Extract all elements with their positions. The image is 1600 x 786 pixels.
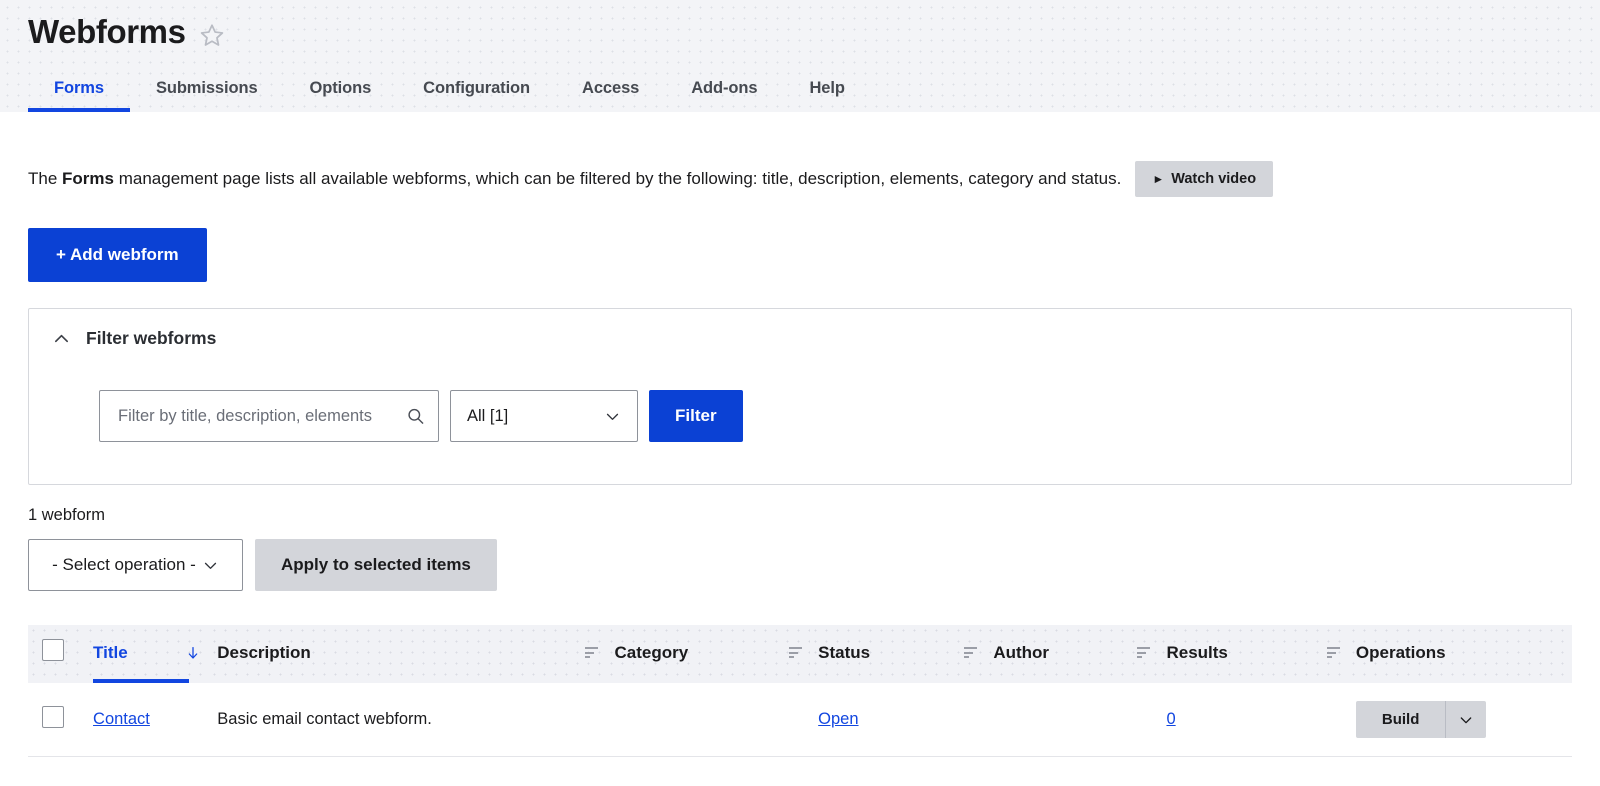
table-body: Contact Basic email contact webform. Ope… xyxy=(28,683,1572,757)
tab-label: Help xyxy=(809,79,844,97)
filter-panel-header[interactable]: Filter webforms xyxy=(29,309,1571,359)
apply-to-selected-items-button[interactable]: Apply to selected items xyxy=(255,539,497,591)
tab-label: Options xyxy=(310,79,372,97)
select-operation-value: - Select operation - xyxy=(52,555,196,575)
intro-strong: Forms xyxy=(62,169,114,188)
search-input[interactable] xyxy=(99,390,439,442)
primary-tabs: Forms Submissions Options Configuration … xyxy=(0,58,1600,112)
webforms-table: Title Description xyxy=(28,625,1572,757)
watch-video-button[interactable]: ► Watch video xyxy=(1135,161,1273,197)
column-title[interactable]: Title xyxy=(85,625,209,683)
column-author-label: Author xyxy=(993,643,1049,663)
star-icon[interactable] xyxy=(199,16,225,42)
column-status[interactable]: Status xyxy=(810,625,985,683)
add-webform-button[interactable]: + Add webform xyxy=(28,228,207,282)
title-row: Webforms xyxy=(0,0,1600,58)
select-all-checkbox[interactable] xyxy=(42,639,64,661)
column-description-label: Description xyxy=(217,643,311,663)
column-category[interactable]: Category xyxy=(606,625,810,683)
build-split-button: Build xyxy=(1356,701,1487,738)
select-operation-dropdown[interactable]: - Select operation - xyxy=(28,539,243,591)
main-content: The Forms management page lists all avai… xyxy=(0,112,1600,757)
filter-panel-body: All [1] Filter xyxy=(29,359,1571,484)
table-header-row: Title Description xyxy=(28,625,1572,683)
sort-icon[interactable] xyxy=(789,647,802,658)
play-icon: ► xyxy=(1152,173,1164,185)
column-category-label: Category xyxy=(614,643,688,663)
tab-label: Submissions xyxy=(156,79,258,97)
tab-submissions[interactable]: Submissions xyxy=(130,79,284,112)
column-title-label: Title xyxy=(93,643,128,663)
chevron-down-icon xyxy=(604,408,621,425)
status-filter-wrapper: All [1] xyxy=(450,390,638,442)
intro-suffix: management page lists all available webf… xyxy=(114,169,1121,188)
chevron-up-icon[interactable] xyxy=(53,330,70,347)
sort-icon[interactable] xyxy=(585,647,598,658)
bulk-operations-row: - Select operation - Apply to selected i… xyxy=(28,539,1572,591)
filter-panel-title: Filter webforms xyxy=(86,328,216,349)
build-button[interactable]: Build xyxy=(1356,701,1447,738)
intro-row: The Forms management page lists all avai… xyxy=(28,112,1572,197)
filter-webforms-panel: Filter webforms All [1] xyxy=(28,308,1572,485)
webforms-table-wrapper: Title Description xyxy=(28,625,1572,757)
tab-access[interactable]: Access xyxy=(556,79,665,112)
tab-label: Add-ons xyxy=(691,79,757,97)
tab-forms[interactable]: Forms xyxy=(28,79,130,112)
sort-icon[interactable] xyxy=(964,647,977,658)
webform-count-label: 1 webform xyxy=(28,506,1572,525)
tab-label: Configuration xyxy=(423,79,530,97)
row-description-cell: Basic email contact webform. xyxy=(209,683,606,757)
sort-icon[interactable] xyxy=(1137,647,1150,658)
column-select-all xyxy=(28,625,85,683)
build-dropdown-toggle[interactable] xyxy=(1446,701,1486,738)
tab-label: Forms xyxy=(54,79,104,97)
arrow-down-icon xyxy=(185,644,201,662)
intro-prefix: The xyxy=(28,169,62,188)
row-author-cell xyxy=(985,683,1158,757)
column-author[interactable]: Author xyxy=(985,625,1158,683)
status-filter-select[interactable]: All [1] xyxy=(450,390,638,442)
table-head: Title Description xyxy=(28,625,1572,683)
sort-icon[interactable] xyxy=(1327,647,1340,658)
table-row: Contact Basic email contact webform. Ope… xyxy=(28,683,1572,757)
webform-status-link[interactable]: Open xyxy=(818,710,858,728)
status-filter-value: All [1] xyxy=(467,407,604,426)
tab-label: Access xyxy=(582,79,639,97)
tab-configuration[interactable]: Configuration xyxy=(397,79,556,112)
row-status-cell: Open xyxy=(810,683,985,757)
row-operations-cell: Build xyxy=(1348,683,1572,757)
filter-submit-button[interactable]: Filter xyxy=(649,390,743,442)
row-title-cell: Contact xyxy=(85,683,209,757)
page-header: Webforms Forms Submissions Options Confi… xyxy=(0,0,1600,112)
column-operations-label: Operations xyxy=(1356,643,1446,662)
column-description[interactable]: Description xyxy=(209,625,606,683)
column-results[interactable]: Results xyxy=(1158,625,1347,683)
tab-add-ons[interactable]: Add-ons xyxy=(665,79,783,112)
chevron-down-icon xyxy=(202,557,219,574)
column-status-label: Status xyxy=(818,643,870,663)
chevron-down-icon xyxy=(1458,712,1474,728)
row-category-cell xyxy=(606,683,810,757)
search-field-wrapper xyxy=(99,390,439,442)
tab-options[interactable]: Options xyxy=(284,79,398,112)
webform-title-link[interactable]: Contact xyxy=(93,710,150,728)
tab-help[interactable]: Help xyxy=(783,79,870,112)
column-operations: Operations xyxy=(1348,625,1572,683)
page-title: Webforms xyxy=(28,11,186,48)
row-checkbox[interactable] xyxy=(42,706,64,728)
row-select-cell xyxy=(28,683,85,757)
row-results-cell: 0 xyxy=(1158,683,1347,757)
watch-video-label: Watch video xyxy=(1171,171,1256,187)
intro-text: The Forms management page lists all avai… xyxy=(28,168,1121,191)
webform-results-link[interactable]: 0 xyxy=(1166,710,1175,728)
active-sort-indicator xyxy=(93,679,189,683)
column-results-label: Results xyxy=(1166,643,1227,663)
